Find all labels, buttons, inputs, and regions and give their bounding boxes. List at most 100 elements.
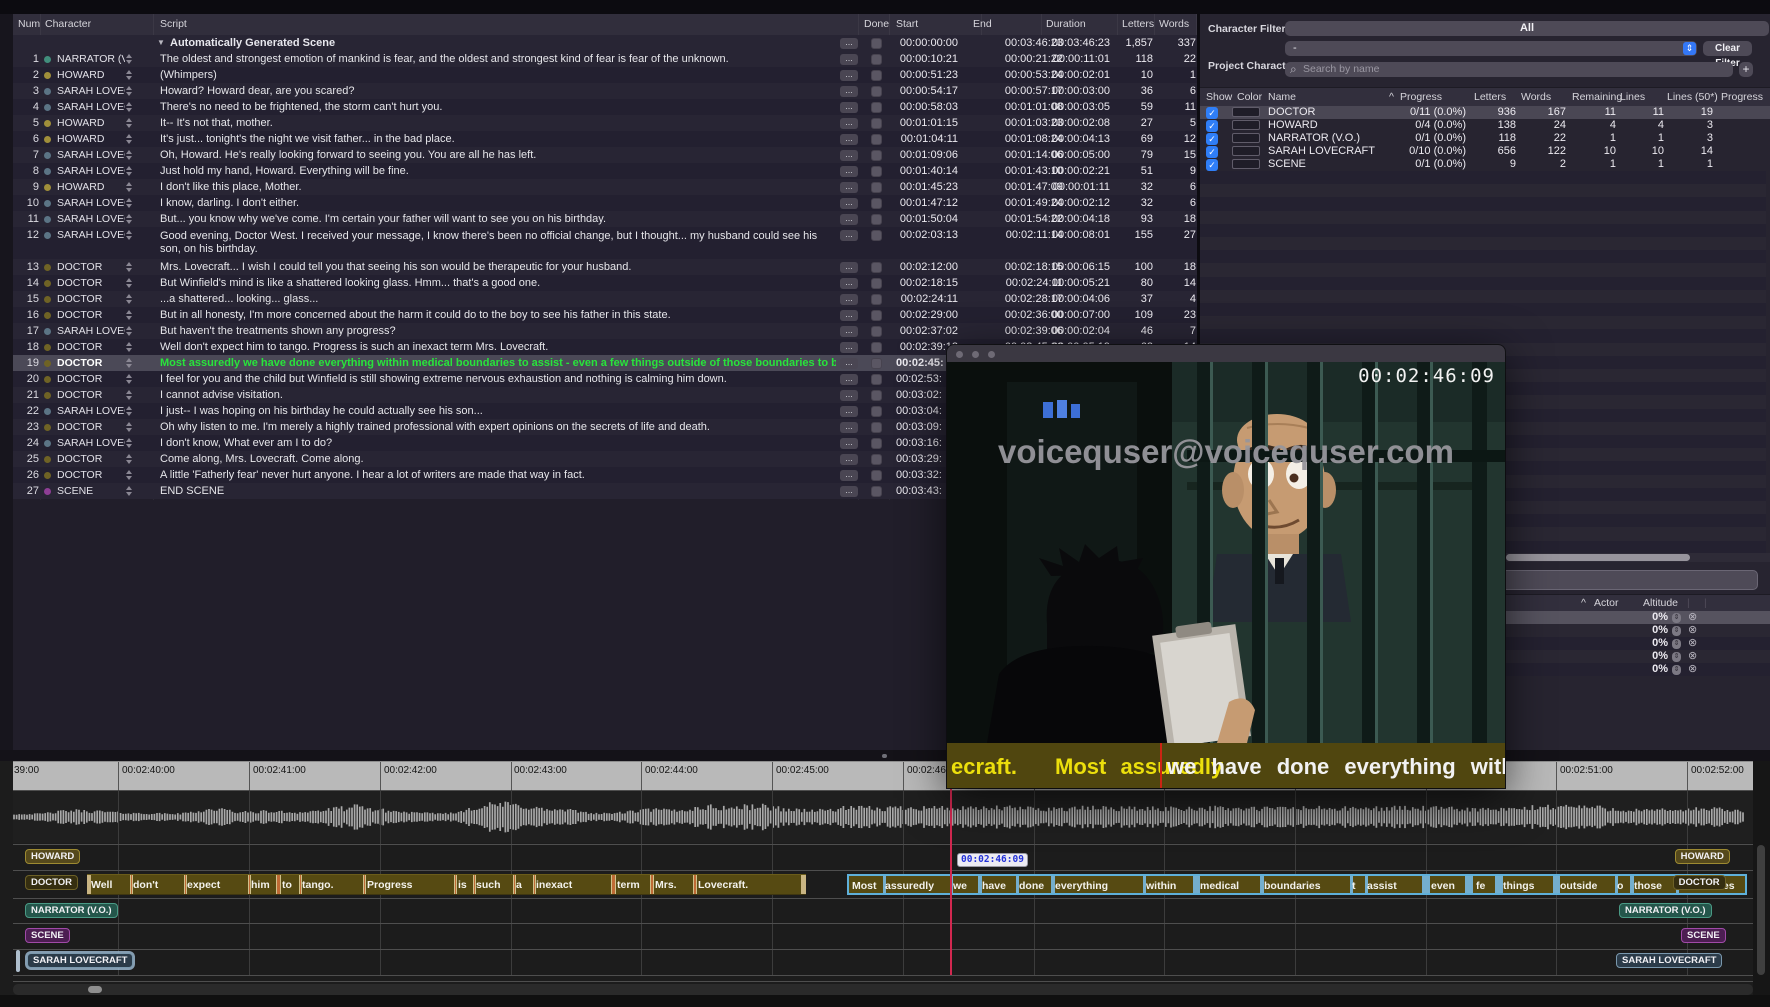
column-header-words[interactable]: Words	[1159, 18, 1189, 30]
word-label[interactable]: Progress	[367, 875, 413, 894]
track-label-left[interactable]: HOWARD	[25, 849, 80, 864]
done-checkbox[interactable]	[871, 454, 882, 465]
row-options-button[interactable]: ...	[840, 294, 858, 305]
row-options-button[interactable]: ...	[840, 86, 858, 97]
character-row[interactable]: ✓DOCTOR0/11 (0.0%)936167111119	[1200, 106, 1770, 119]
word-label[interactable]: things	[1503, 876, 1535, 893]
script-row[interactable]: 3SARAH LOVEC...Howard? Howard dear, are …	[13, 83, 1197, 99]
word-label[interactable]: term	[617, 875, 640, 894]
character-name-cell[interactable]: DOCTOR	[57, 291, 125, 307]
word-label[interactable]: Most	[852, 876, 877, 893]
script-row[interactable]: 7SARAH LOVEC...Oh, Howard. He's really l…	[13, 147, 1197, 163]
done-checkbox[interactable]	[871, 214, 882, 225]
done-checkbox[interactable]	[871, 102, 882, 113]
character-name-cell[interactable]: HOWARD	[57, 179, 125, 195]
characters-column-header[interactable]: Show	[1206, 91, 1232, 103]
word-label[interactable]: tango.	[302, 875, 334, 894]
character-stepper-icon[interactable]	[126, 134, 133, 144]
character-stepper-icon[interactable]	[126, 422, 133, 432]
character-name-cell[interactable]: DOCTOR	[57, 387, 125, 403]
word-label[interactable]: don't	[133, 875, 158, 894]
character-stepper-icon[interactable]	[126, 262, 133, 272]
row-options-button[interactable]: ...	[840, 262, 858, 273]
character-search-input[interactable]: ⌕Search by name	[1285, 62, 1733, 77]
done-checkbox[interactable]	[871, 358, 882, 369]
characters-column-header[interactable]: Progress	[1400, 91, 1442, 103]
done-checkbox[interactable]	[871, 38, 882, 49]
character-name-cell[interactable]: DOCTOR	[57, 467, 125, 483]
word-label[interactable]: outside	[1560, 876, 1597, 893]
character-name-cell[interactable]: SARAH LOVEC...	[57, 211, 125, 227]
track-label-left[interactable]: SCENE	[25, 928, 70, 943]
character-name-cell[interactable]: SARAH LOVEC...	[57, 403, 125, 419]
character-stepper-icon[interactable]	[126, 118, 133, 128]
character-stepper-icon[interactable]	[126, 310, 133, 320]
characters-column-header[interactable]: Color	[1237, 91, 1262, 103]
done-checkbox[interactable]	[871, 486, 882, 497]
character-stepper-icon[interactable]	[126, 438, 133, 448]
character-stepper-icon[interactable]	[126, 358, 133, 368]
timeline-hscrollbar[interactable]	[13, 984, 1753, 995]
remove-actor-icon[interactable]: ⊗	[1688, 638, 1699, 649]
word-label[interactable]: assist	[1367, 876, 1397, 893]
word-label[interactable]: assuredly	[885, 876, 934, 893]
disclosure-triangle-icon[interactable]: ▼	[157, 35, 167, 51]
altitude-stepper[interactable]: ⇕	[1672, 639, 1681, 649]
word-label[interactable]: everything	[1055, 876, 1108, 893]
video-window-titlebar[interactable]	[947, 345, 1505, 362]
character-name-cell[interactable]: SARAH LOVEC...	[57, 99, 125, 115]
done-checkbox[interactable]	[871, 294, 882, 305]
row-options-button[interactable]: ...	[840, 326, 858, 337]
column-header-letters[interactable]: Letters	[1122, 18, 1154, 30]
done-checkbox[interactable]	[871, 374, 882, 385]
character-name-cell[interactable]: DOCTOR	[57, 451, 125, 467]
script-row[interactable]: 11SARAH LOVEC...But... you know why we'v…	[13, 211, 1197, 227]
character-name-cell[interactable]: DOCTOR	[57, 355, 125, 371]
remove-actor-icon[interactable]: ⊗	[1688, 612, 1699, 623]
word-label[interactable]: have	[982, 876, 1006, 893]
character-stepper-icon[interactable]	[126, 70, 133, 80]
character-stepper-icon[interactable]	[126, 86, 133, 96]
character-stepper-icon[interactable]	[126, 198, 133, 208]
track-label-left[interactable]: DOCTOR	[25, 875, 78, 890]
show-checkbox[interactable]: ✓	[1206, 146, 1218, 158]
row-options-button[interactable]: ...	[840, 102, 858, 113]
selected-phrase-block[interactable]: Mostassuredlywehavedoneeverythingwithinm…	[847, 874, 1747, 895]
character-stepper-icon[interactable]	[126, 214, 133, 224]
done-checkbox[interactable]	[871, 70, 882, 81]
script-row[interactable]: 5HOWARDIt-- It's not that, mother....00:…	[13, 115, 1197, 131]
track-label-left[interactable]: NARRATOR (V.O.)	[25, 903, 118, 918]
character-name-cell[interactable]: NARRATOR (V.O.)	[57, 51, 125, 67]
done-checkbox[interactable]	[871, 278, 882, 289]
character-row[interactable]: ✓HOWARD0/4 (0.0%)13824443	[1200, 119, 1770, 132]
character-stepper-icon[interactable]	[126, 326, 133, 336]
row-options-button[interactable]: ...	[840, 150, 858, 161]
characters-column-header[interactable]: Progress	[1721, 91, 1763, 103]
character-name-cell[interactable]: HOWARD	[57, 131, 125, 147]
character-stepper-icon[interactable]	[126, 294, 133, 304]
track-label-right[interactable]: SCENE	[1681, 928, 1726, 943]
script-row[interactable]: 14DOCTORBut Winfield's mind is like a sh…	[13, 275, 1197, 291]
word-label[interactable]: o	[1617, 876, 1623, 893]
playhead-line[interactable]	[950, 789, 952, 975]
script-row[interactable]: 9HOWARDI don't like this place, Mother..…	[13, 179, 1197, 195]
row-options-button[interactable]: ...	[840, 182, 858, 193]
script-row[interactable]: 1NARRATOR (V.O.)The oldest and strongest…	[13, 51, 1197, 67]
clear-filter-button[interactable]: Clear Filter	[1703, 41, 1752, 56]
character-stepper-icon[interactable]	[126, 54, 133, 64]
row-options-button[interactable]: ...	[840, 134, 858, 145]
word-label[interactable]: Lovecraft.	[698, 875, 748, 894]
characters-column-header[interactable]: Name	[1268, 91, 1296, 103]
character-stepper-icon[interactable]	[126, 150, 133, 160]
character-name-cell[interactable]: DOCTOR	[57, 371, 125, 387]
word-label[interactable]: fe	[1476, 876, 1485, 893]
script-row[interactable]: 6HOWARDIt's just... tonight's the night …	[13, 131, 1197, 147]
characters-column-header[interactable]: Letters	[1474, 91, 1506, 103]
character-stepper-icon[interactable]	[126, 486, 133, 496]
character-name-cell[interactable]: SARAH LOVEC...	[57, 227, 125, 243]
characters-column-header[interactable]: Lines	[1620, 91, 1645, 103]
character-filter-all-dropdown[interactable]: All	[1285, 21, 1769, 36]
track-label-right[interactable]: SARAH LOVECRAFT	[1616, 953, 1722, 968]
done-checkbox[interactable]	[871, 438, 882, 449]
done-checkbox[interactable]	[871, 342, 882, 353]
